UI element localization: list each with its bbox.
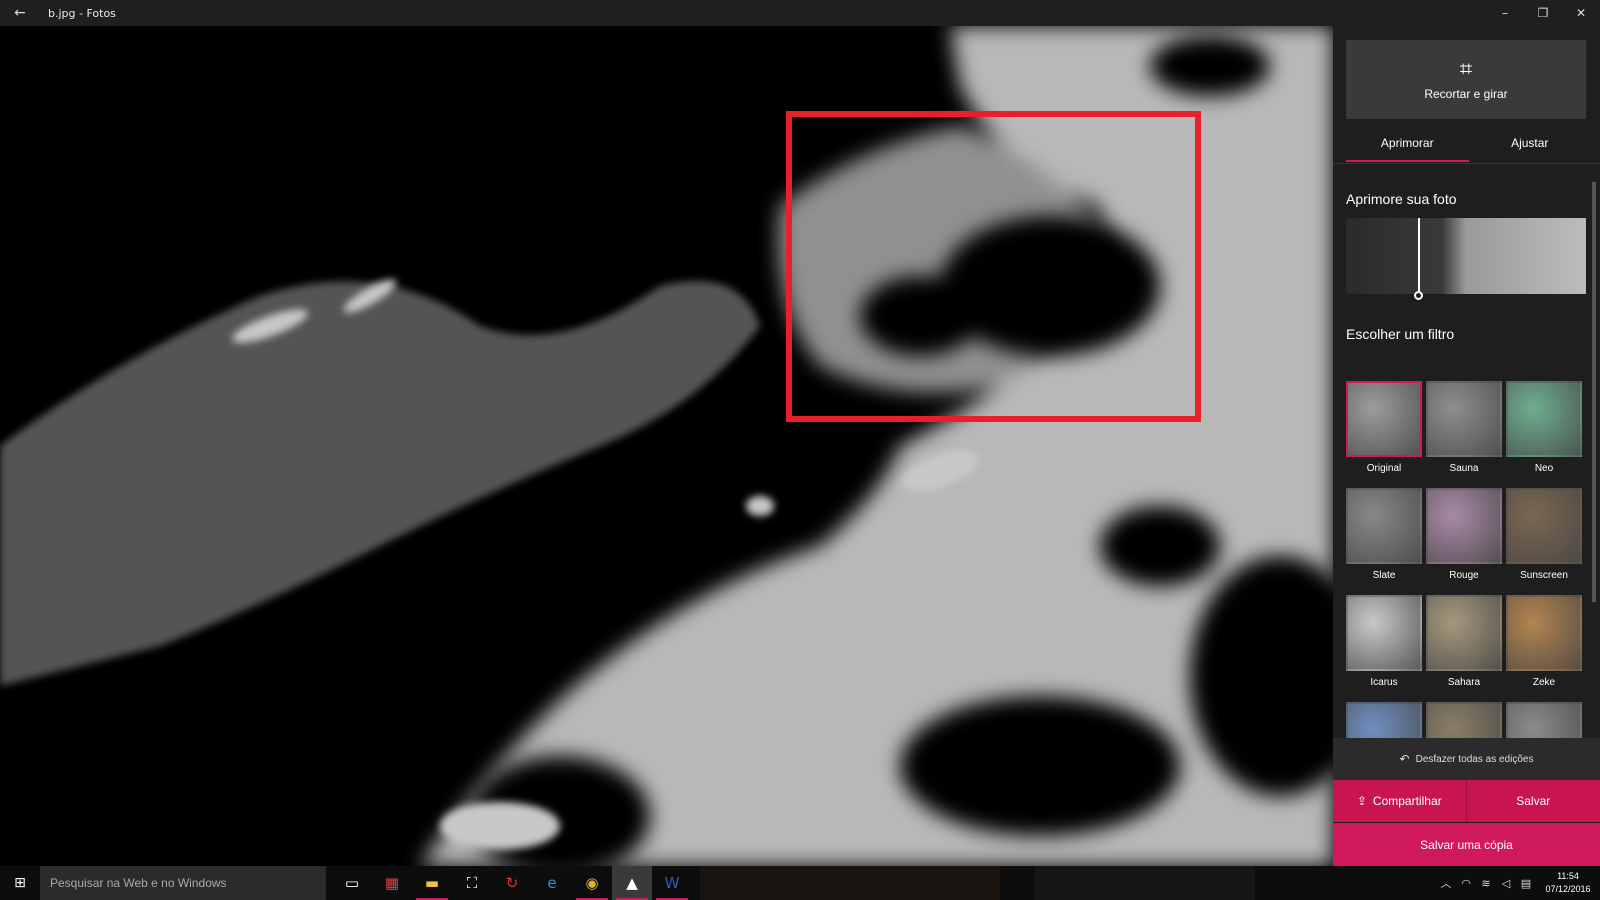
taskbar-apps: ▭ ▦ ▬ ⛶ ↻ e ◉ ▲ W <box>332 866 692 900</box>
share-button[interactable]: ⇪ Compartilhar <box>1333 780 1467 822</box>
wifi-icon[interactable]: ≋ <box>1476 877 1496 890</box>
app-red-icon[interactable]: ▦ <box>372 866 412 900</box>
filter-item[interactable]: Original <box>1346 381 1422 474</box>
filter-grid: Original Sauna Neo Slate Rouge Sunscreen Icaru… <box>1346 356 1591 768</box>
scrollbar-thumb[interactable] <box>1592 182 1596 602</box>
restore-icon[interactable]: ❐ <box>1524 0 1562 26</box>
filter-item[interactable]: Rouge <box>1426 488 1502 581</box>
minimize-icon[interactable]: – <box>1486 0 1524 26</box>
start-icon[interactable]: ⊞ <box>0 866 40 900</box>
window-controls: – ❐ ✕ <box>1486 0 1600 26</box>
notification-icon[interactable]: ▤ <box>1516 877 1536 890</box>
back-icon[interactable]: ← <box>0 0 40 26</box>
save-button[interactable]: Salvar <box>1467 780 1600 822</box>
network-icon[interactable]: ◠ <box>1456 877 1476 890</box>
filter-item[interactable]: Zeke <box>1506 595 1582 688</box>
crop-selection-box[interactable] <box>786 111 1201 422</box>
enhance-slider[interactable] <box>1346 218 1586 294</box>
tab-ajustar[interactable]: Ajustar <box>1469 130 1592 162</box>
clock-date: 07/12/2016 <box>1545 884 1591 894</box>
crop-rotate-label: Recortar e girar <box>1424 86 1508 101</box>
filter-name: Neo <box>1534 463 1554 474</box>
filter-title: Escolher um filtro <box>1346 326 1455 342</box>
filter-name: Original <box>1366 463 1402 474</box>
tab-divider <box>1333 163 1600 164</box>
word-icon[interactable]: W <box>652 866 692 900</box>
filter-name: Sahara <box>1447 677 1481 688</box>
filter-thumbnail <box>1506 381 1582 457</box>
filter-thumbnail <box>1346 381 1422 457</box>
file-explorer-icon[interactable]: ▬ <box>412 866 452 900</box>
filter-name: Zeke <box>1532 677 1556 688</box>
task-view-icon[interactable]: ▭ <box>332 866 372 900</box>
undo-all-button[interactable]: ↶ Desfazer todas as edições <box>1333 738 1600 780</box>
filter-item[interactable]: Icarus <box>1346 595 1422 688</box>
share-save-row: ⇪ Compartilhar Salvar <box>1333 780 1600 822</box>
crop-rotate-button[interactable]: ⌗ Recortar e girar <box>1346 40 1586 119</box>
tab-aprimorar[interactable]: Aprimorar <box>1346 130 1469 162</box>
panel-scrollbar[interactable] <box>1591 172 1597 762</box>
volume-icon[interactable]: ◁ <box>1496 877 1516 890</box>
edge-icon[interactable]: e <box>532 866 572 900</box>
filter-item[interactable]: Sunscreen <box>1506 488 1582 581</box>
filter-name: Sunscreen <box>1520 570 1568 581</box>
edit-panel: ⌗ Recortar e girar Aprimorar Ajustar Apr… <box>1333 26 1600 866</box>
filter-thumbnail <box>1346 595 1422 671</box>
filter-thumbnail <box>1346 488 1422 564</box>
filter-item[interactable]: Sauna <box>1426 381 1502 474</box>
enhance-slider-knob[interactable] <box>1414 291 1423 300</box>
taskbar-search-input[interactable]: Pesquisar na Web e no Windows <box>40 866 326 900</box>
store-icon[interactable]: ⛶ <box>452 866 492 900</box>
close-icon[interactable]: ✕ <box>1562 0 1600 26</box>
enhance-title: Aprimore sua foto <box>1346 191 1457 207</box>
photos-icon[interactable]: ▲ <box>612 866 652 900</box>
edit-tabs: Aprimorar Ajustar <box>1346 130 1591 162</box>
share-icon: ⇪ <box>1356 794 1367 808</box>
filter-item[interactable]: Slate <box>1346 488 1422 581</box>
taskbar-desktop-strip <box>700 866 1000 900</box>
enhance-slider-handle[interactable] <box>1418 218 1420 294</box>
filter-name: Sauna <box>1449 463 1479 474</box>
filter-name: Rouge <box>1449 570 1479 581</box>
taskbar: ⊞ Pesquisar na Web e no Windows ▭ ▦ ▬ ⛶ ↻ e ◉ ▲… <box>0 866 1600 900</box>
chrome-icon[interactable]: ◉ <box>572 866 612 900</box>
sync-icon[interactable]: ↻ <box>492 866 532 900</box>
title-bar: ← b.jpg - Fotos – ❐ ✕ <box>0 0 1600 26</box>
share-label: Compartilhar <box>1372 794 1442 808</box>
filter-thumbnail <box>1506 595 1582 671</box>
filter-name: Slate <box>1372 570 1396 581</box>
undo-label: Desfazer todas as edições <box>1415 753 1534 765</box>
filter-item[interactable]: Sahara <box>1426 595 1502 688</box>
filter-thumbnail <box>1426 488 1502 564</box>
clock-time: 11:54 <box>1557 871 1579 881</box>
crop-icon: ⌗ <box>1459 56 1473 82</box>
photos-app: ← b.jpg - Fotos – ❐ ✕ ⌗ Recortar e girar… <box>0 0 1600 900</box>
taskbar-desktop-strip <box>1035 866 1255 900</box>
photo-canvas[interactable] <box>0 26 1333 866</box>
filter-name: Icarus <box>1370 677 1398 688</box>
filter-thumbnail <box>1426 595 1502 671</box>
save-copy-button[interactable]: Salvar uma cópia <box>1333 823 1600 866</box>
filter-thumbnail <box>1506 488 1582 564</box>
system-tray: ︿ ◠ ≋ ◁ ▤ 11:54 07/12/2016 <box>1436 866 1600 900</box>
filter-item[interactable]: Neo <box>1506 381 1582 474</box>
chevron-up-icon[interactable]: ︿ <box>1436 875 1456 891</box>
filter-thumbnail <box>1426 381 1502 457</box>
clock[interactable]: 11:54 07/12/2016 <box>1536 870 1600 896</box>
undo-icon: ↶ <box>1399 752 1410 766</box>
window-title: b.jpg - Fotos <box>48 6 116 20</box>
